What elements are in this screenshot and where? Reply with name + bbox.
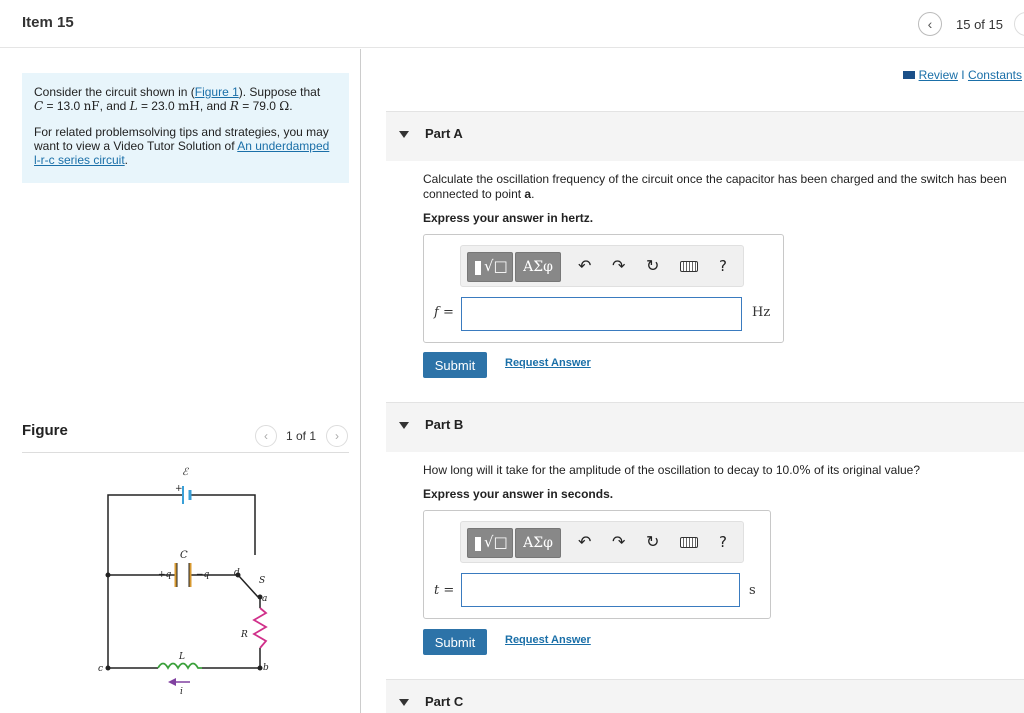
keyboard-icon[interactable] xyxy=(680,261,698,272)
part-c-header[interactable]: Part C xyxy=(386,679,1024,713)
current-arrow xyxy=(168,678,176,686)
collapse-triangle-icon[interactable] xyxy=(399,131,409,138)
problem-tips: For related problemsolving tips and stra… xyxy=(34,125,330,167)
wire-bottom-right xyxy=(202,648,261,669)
problem-intro: Consider the circuit shown in (Figure 1)… xyxy=(34,85,321,113)
c-label: c xyxy=(98,664,103,674)
next-item-button[interactable] xyxy=(1014,12,1024,36)
redo-icon[interactable]: ↷ xyxy=(612,534,625,552)
a-label: a xyxy=(262,594,267,604)
greek-symbols-button[interactable]: ΑΣφ xyxy=(515,528,561,558)
undo-icon[interactable]: ↶ xyxy=(578,534,591,552)
part-b-submit-button[interactable]: Submit xyxy=(423,629,487,655)
chevron-left-icon[interactable]: ‹ xyxy=(918,12,942,36)
minus-q-label: −q xyxy=(196,570,210,580)
collapse-triangle-icon[interactable] xyxy=(399,699,409,706)
part-a-submit-button[interactable]: Submit xyxy=(423,352,487,378)
undo-icon[interactable]: ↶ xyxy=(578,258,591,276)
keyboard-icon[interactable] xyxy=(680,537,698,548)
greek-symbols-button[interactable]: ΑΣφ xyxy=(515,252,561,282)
part-a-answer-input[interactable] xyxy=(461,297,742,331)
part-b-unit: s xyxy=(749,583,756,598)
part-b-request-answer-link[interactable]: Request Answer xyxy=(505,634,591,646)
figure-count: 1 of 1 xyxy=(286,429,317,443)
figure-label: Figure xyxy=(22,422,68,439)
review-constants: Review I Constants xyxy=(902,68,1022,82)
part-a-answer-label: f = xyxy=(434,305,454,320)
templates-radical-icon[interactable]: √□ xyxy=(467,252,513,282)
resistor-label: R xyxy=(240,630,248,640)
redo-icon[interactable]: ↷ xyxy=(612,258,625,276)
constants-link[interactable]: Constants xyxy=(968,68,1022,82)
switch-label: S xyxy=(259,576,265,586)
item-header: Item 15 ‹ 15 of 15 xyxy=(0,0,1024,48)
part-c-title: Part C xyxy=(425,694,464,709)
part-a-answer-box: √□ ΑΣφ ↶ ↷ ↻ ? f = Hz xyxy=(423,234,784,343)
b-label: b xyxy=(263,663,269,673)
inductor xyxy=(157,662,202,670)
column-divider xyxy=(360,49,361,713)
part-a-instruction: Express your answer in hertz. xyxy=(423,211,594,225)
part-b-answer-input[interactable] xyxy=(461,573,740,607)
page-count: 15 of 15 xyxy=(956,17,1003,32)
part-b-instruction: Express your answer in seconds. xyxy=(423,487,614,501)
templates-radical-icon[interactable]: √□ xyxy=(467,528,513,558)
battery-plus-label: + xyxy=(175,484,183,494)
part-a-question: Calculate the oscillation frequency of t… xyxy=(423,172,1007,201)
reset-icon[interactable]: ↻ xyxy=(646,534,659,552)
problem-statement: Consider the circuit shown in (Figure 1)… xyxy=(22,73,349,183)
wire-left-bottom xyxy=(107,575,158,669)
resistor xyxy=(252,607,268,649)
help-icon[interactable]: ? xyxy=(719,533,727,551)
d-label: d xyxy=(234,568,240,578)
part-b-question: How long will it take for the amplitude … xyxy=(423,463,921,477)
figure-prev-icon[interactable]: ‹ xyxy=(255,425,277,447)
review-link[interactable]: Review xyxy=(919,68,958,82)
part-a-header[interactable]: Part A xyxy=(386,111,1024,161)
wire-top-left xyxy=(107,494,183,575)
reset-icon[interactable]: ↻ xyxy=(646,258,659,276)
figure-next-icon[interactable]: › xyxy=(326,425,348,447)
current-label: i xyxy=(180,687,183,697)
part-a-title: Part A xyxy=(425,126,463,141)
item-title: Item 15 xyxy=(22,14,74,31)
circuit-diagram: ℰ + C +q −q d S a R L b c i xyxy=(98,467,269,697)
part-a-request-answer-link[interactable]: Request Answer xyxy=(505,357,591,369)
help-icon[interactable]: ? xyxy=(719,257,727,275)
part-b-answer-box: √□ ΑΣφ ↶ ↷ ↻ ? t = s xyxy=(423,510,771,619)
emf-label: ℰ xyxy=(182,467,189,478)
math-toolbar: √□ ΑΣφ ↶ ↷ ↻ ? xyxy=(460,521,744,563)
wire-top-right xyxy=(190,494,256,555)
inductor-label: L xyxy=(178,652,185,662)
capacitor-label: C xyxy=(180,550,188,561)
plus-q-label: +q xyxy=(158,570,172,580)
math-toolbar: √□ ΑΣφ ↶ ↷ ↻ ? xyxy=(460,245,744,287)
part-b-answer-label: t = xyxy=(434,583,455,598)
collapse-triangle-icon[interactable] xyxy=(399,422,409,429)
figure-link[interactable]: Figure 1 xyxy=(195,85,239,99)
part-b-header[interactable]: Part B xyxy=(386,402,1024,452)
book-icon xyxy=(902,71,915,79)
part-a-unit: Hz xyxy=(752,305,771,320)
figure-divider xyxy=(22,452,349,453)
switch-blade xyxy=(237,574,259,598)
part-b-title: Part B xyxy=(425,417,464,432)
